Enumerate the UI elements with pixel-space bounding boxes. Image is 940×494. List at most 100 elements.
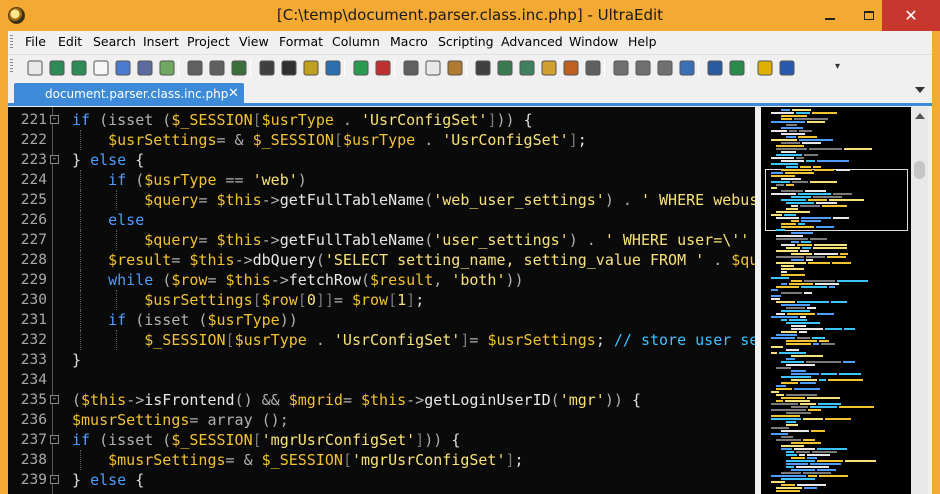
- code-line[interactable]: 236 $musrSettings= array ();: [8, 410, 755, 430]
- fold-toggle-icon[interactable]: -: [50, 435, 59, 444]
- window-horizontal-icon[interactable]: [612, 59, 630, 77]
- menu-grip[interactable]: [10, 35, 13, 49]
- print-preview-icon[interactable]: [208, 59, 226, 77]
- code-line[interactable]: 223-} else {: [8, 150, 755, 170]
- code-line[interactable]: 225 $query= $this->getFullTableName('web…: [8, 190, 755, 210]
- back-circle-icon[interactable]: [352, 59, 370, 77]
- image-icon[interactable]: [158, 59, 176, 77]
- minimap-line: [771, 175, 795, 177]
- vertical-scrollbar[interactable]: [911, 107, 928, 494]
- menu-project[interactable]: Project: [187, 34, 230, 49]
- record-icon[interactable]: [374, 59, 392, 77]
- minimap-line: [786, 136, 796, 138]
- minimap-line: [781, 271, 787, 273]
- word-wrap-icon[interactable]: [302, 59, 320, 77]
- code-editor[interactable]: 221- if (isset ($_SESSION[$usrType . 'Usr…: [8, 107, 755, 494]
- new-document-icon[interactable]: [92, 59, 110, 77]
- minimap-line: [791, 220, 799, 222]
- web-icon[interactable]: [324, 59, 342, 77]
- tab-list-dropdown-icon[interactable]: [915, 87, 925, 93]
- fold-toggle-icon[interactable]: -: [50, 115, 59, 124]
- menu-format[interactable]: Format: [279, 34, 323, 49]
- close-button[interactable]: ✕: [882, 0, 940, 31]
- menu-insert[interactable]: Insert: [143, 34, 179, 49]
- copy-icon[interactable]: [424, 59, 442, 77]
- code-line[interactable]: 237- if (isset ($_SESSION['mgrUsrConfigSe…: [8, 430, 755, 450]
- print-icon[interactable]: [186, 59, 204, 77]
- code-text: $result= $this->dbQuery('SELECT setting_…: [108, 251, 755, 269]
- menu-view[interactable]: View: [239, 34, 269, 49]
- save-icon[interactable]: [136, 59, 154, 77]
- tip-icon[interactable]: [756, 59, 774, 77]
- browser-icon[interactable]: [706, 59, 724, 77]
- help-icon[interactable]: [778, 59, 796, 77]
- menu-help[interactable]: Help: [628, 34, 657, 49]
- minimap-line: [796, 112, 810, 114]
- menu-scripting[interactable]: Scripting: [438, 34, 494, 49]
- replace-icon[interactable]: [496, 59, 514, 77]
- menu-window[interactable]: Window: [569, 34, 618, 49]
- code-line[interactable]: 226 else: [8, 210, 755, 230]
- code-line[interactable]: 233}: [8, 350, 755, 370]
- menu-macro[interactable]: Macro: [390, 34, 428, 49]
- ftp-icon[interactable]: [540, 59, 558, 77]
- menu-file[interactable]: File: [25, 34, 46, 49]
- code-line[interactable]: 230 $usrSettings[$row[0]]= $row[1];: [8, 290, 755, 310]
- code-line[interactable]: 234: [8, 370, 755, 390]
- compare-icon[interactable]: [562, 59, 580, 77]
- minimap-line: [771, 418, 801, 420]
- minimap-line: [781, 436, 793, 438]
- code-line[interactable]: 239-} else {: [8, 470, 755, 490]
- line-number: 226: [20, 212, 47, 228]
- menu-column[interactable]: Column: [332, 34, 380, 49]
- minimap-line: [811, 430, 825, 432]
- find-files-icon[interactable]: [518, 59, 536, 77]
- window-vertical-icon[interactable]: [634, 59, 652, 77]
- fold-toggle-icon[interactable]: -: [50, 155, 59, 164]
- code-line[interactable]: 238 $musrSettings= & $_SESSION['mgrUsrCo…: [8, 450, 755, 470]
- forward-icon[interactable]: [70, 59, 88, 77]
- code-line[interactable]: 228 $result= $this->dbQuery('SELECT sett…: [8, 250, 755, 270]
- code-line[interactable]: 232 $_SESSION[$usrType . 'UsrConfigSet']…: [8, 330, 755, 350]
- macro-icon[interactable]: [584, 59, 602, 77]
- new-file-icon[interactable]: [26, 59, 44, 77]
- code-line[interactable]: 231 if (isset ($usrType)): [8, 310, 755, 330]
- cut-icon[interactable]: [402, 59, 420, 77]
- code-line[interactable]: 224 if ($usrType == 'web'): [8, 170, 755, 190]
- minimap-line: [799, 139, 833, 141]
- minimap-line: [791, 355, 823, 357]
- minimap-line: [776, 238, 808, 240]
- minimap-line: [803, 472, 831, 474]
- paste-icon[interactable]: [446, 59, 464, 77]
- menu-search[interactable]: Search: [93, 34, 136, 49]
- list-icon[interactable]: [230, 59, 248, 77]
- minimap[interactable]: [761, 107, 911, 494]
- minimap-line: [807, 307, 816, 309]
- tab-close-icon[interactable]: ✕: [228, 86, 239, 101]
- code-line[interactable]: 227 $query= $this->getFullTableName('use…: [8, 230, 755, 250]
- back-icon[interactable]: [48, 59, 66, 77]
- tab-document-parser[interactable]: document.parser.class.inc.php ✕: [14, 83, 244, 105]
- code-line[interactable]: 221- if (isset ($_SESSION[$usrType . 'Usr…: [8, 110, 755, 130]
- window-cascade-icon[interactable]: [656, 59, 674, 77]
- code-line[interactable]: 235- ($this->isFrontend() && $mgrid= $thi…: [8, 390, 755, 410]
- minimap-line: [771, 193, 796, 195]
- toolbar-separator: [344, 59, 345, 77]
- menu-edit[interactable]: Edit: [58, 34, 82, 49]
- toolbar-grip[interactable]: [10, 59, 13, 73]
- menu-advanced[interactable]: Advanced: [501, 34, 563, 49]
- fold-toggle-icon[interactable]: -: [50, 475, 59, 484]
- minimap-line: [825, 328, 842, 330]
- code-line[interactable]: 222 $usrSettings= & $_SESSION[$usrType .…: [8, 130, 755, 150]
- binoculars-icon[interactable]: [474, 59, 492, 77]
- open-icon[interactable]: [114, 59, 132, 77]
- globe-icon[interactable]: [678, 59, 696, 77]
- spellcheck-icon[interactable]: [258, 59, 276, 77]
- scroll-up-icon[interactable]: [915, 113, 925, 119]
- fold-toggle-icon[interactable]: -: [50, 395, 59, 404]
- toolbar-overflow-button[interactable]: ▾: [835, 61, 840, 72]
- column-mode-icon[interactable]: [280, 59, 298, 77]
- refresh-icon[interactable]: [728, 59, 746, 77]
- scroll-thumb[interactable]: [914, 161, 925, 179]
- code-line[interactable]: 229 while ($row= $this->fetchRow($result…: [8, 270, 755, 290]
